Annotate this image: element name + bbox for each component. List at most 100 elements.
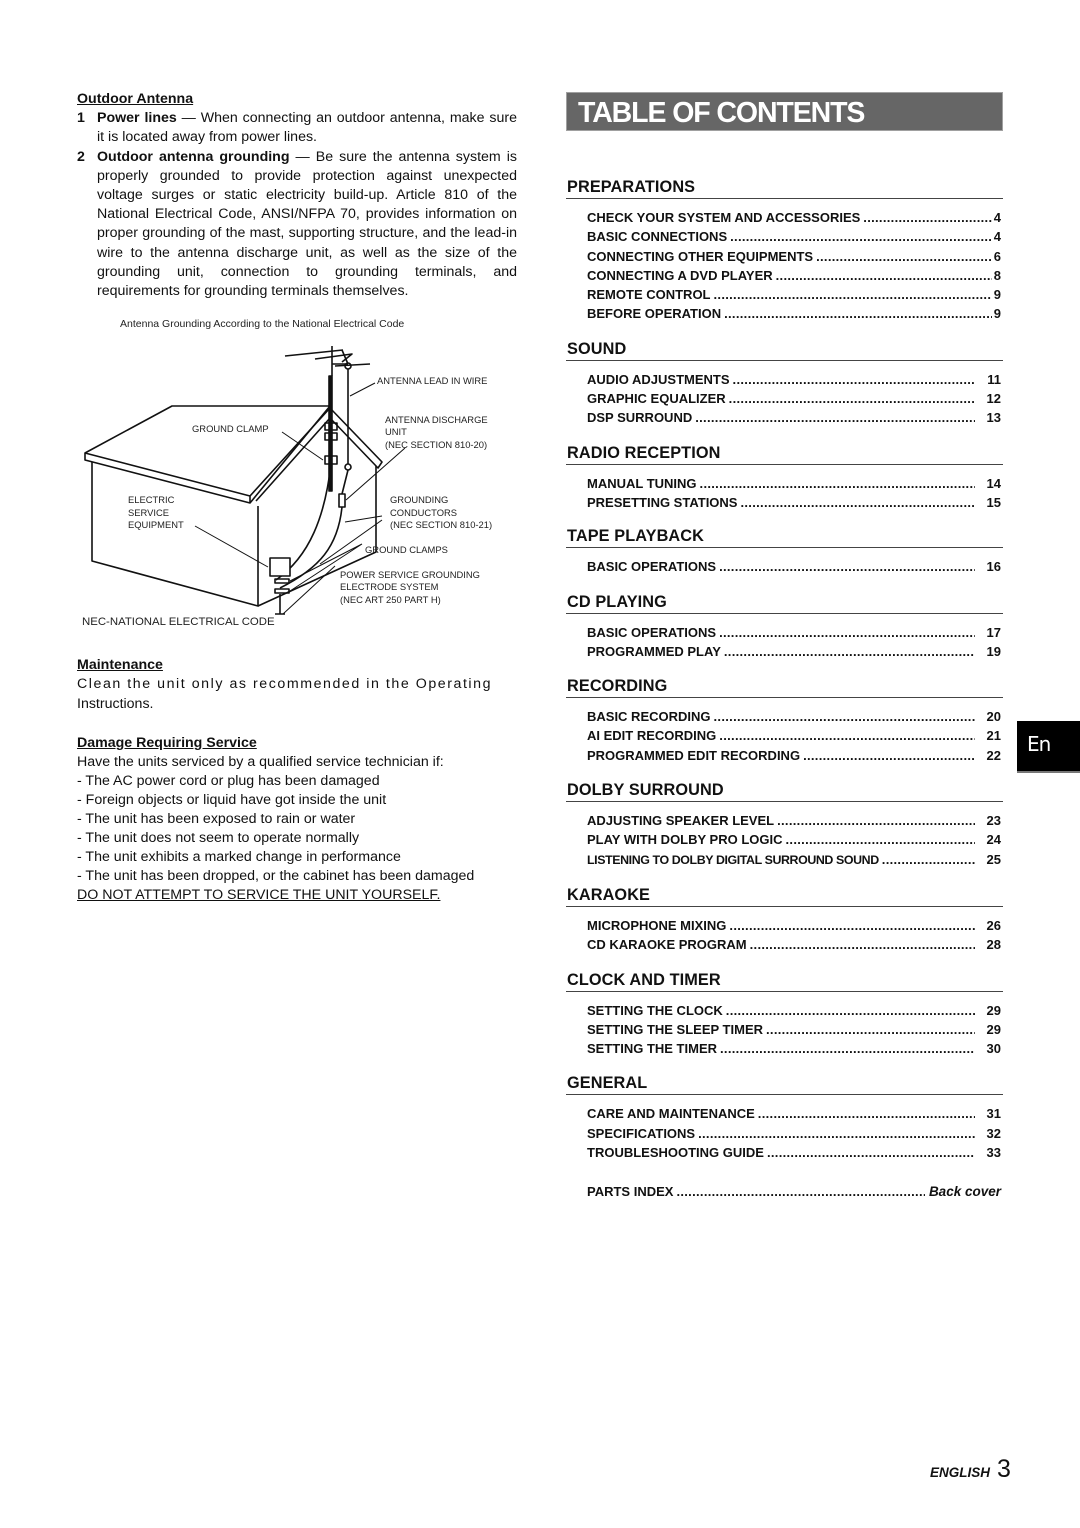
item-text: — Be sure the antenna system is properly… — [97, 148, 517, 300]
toc-entry[interactable]: BASIC CONNECTIONS 4 — [566, 227, 1003, 246]
antenna-element — [284, 349, 344, 357]
figure-caption: Antenna Grounding According to the Natio… — [120, 318, 405, 330]
toc-entry-label: LISTENING TO DOLBY DIGITAL SURROUND SOUN… — [587, 852, 879, 867]
toc-entry-label: BASIC RECORDING — [587, 709, 711, 725]
toc-entry[interactable]: CONNECTING OTHER EQUIPMENTS 6 — [566, 247, 1003, 266]
toc-entry-label: PROGRAMMED EDIT RECORDING — [587, 747, 801, 763]
toc-entry-page: 9 — [993, 306, 1001, 322]
toc-entry-label: CONNECTING OTHER EQUIPMENTS — [587, 248, 814, 264]
toc-entry[interactable]: PROGRAMMED PLAY 19 — [566, 642, 1003, 661]
toc-section: SOUND AUDIO ADJUSTMENTS 11 GRAPHIC EQUALIZE… — [566, 338, 1003, 428]
toc-entry[interactable]: CD KARAOKE PROGRAM 28 — [566, 935, 1003, 954]
toc-entry-page: 13 — [986, 410, 1001, 426]
toc-entry-page: 33 — [986, 1145, 1001, 1161]
toc-entry-label: TROUBLESHOOTING GUIDE — [587, 1145, 764, 1161]
toc-entry[interactable]: SETTING THE TIMER 30 — [566, 1039, 1003, 1058]
toc-entry[interactable]: AI EDIT RECORDING 21 — [566, 726, 1003, 745]
toc-entry[interactable]: TROUBLESHOOTING GUIDE 33 — [566, 1143, 1003, 1162]
toc-entry[interactable]: PLAY WITH DOLBY PRO LOGIC 24 — [566, 830, 1003, 849]
dot-leader — [740, 493, 975, 512]
house-antenna-illustration: ANTENNA LEAD IN WIRE GROUND CLAMP ANTENN… — [84, 346, 492, 615]
dot-leader — [729, 916, 975, 935]
toc-section-heading: DOLBY SURROUND — [566, 779, 1003, 803]
damage-heading: Damage Requiring Service — [77, 735, 257, 751]
toc-entry[interactable]: GRAPHIC EQUALIZER 12 — [566, 389, 1003, 408]
toc-entry-page: 12 — [986, 391, 1001, 407]
toc-entry[interactable]: SETTING THE CLOCK 29 — [566, 1001, 1003, 1020]
list-item: 2 Outdoor antenna grounding — Be sure th… — [77, 148, 517, 302]
toc-entry[interactable]: BEFORE OPERATION 9 — [566, 304, 1003, 323]
label-antenna-lead-in-wire: ANTENNA LEAD IN WIRE — [377, 375, 487, 386]
toc-section-heading: RECORDING — [566, 675, 1003, 699]
toc-entry[interactable]: LISTENING TO DOLBY DIGITAL SURROUND SOUN… — [566, 850, 1003, 870]
toc-entry[interactable]: SPECIFICATIONS 32 — [566, 1124, 1003, 1143]
dot-leader — [776, 266, 992, 285]
toc-entry[interactable]: BASIC RECORDING 20 — [566, 707, 1003, 726]
electric-service-box — [269, 557, 291, 577]
toc-entry-label: MICROPHONE MIXING — [587, 917, 727, 933]
toc-entry-label: CD KARAOKE PROGRAM — [587, 937, 747, 953]
language-tab-underline — [1017, 771, 1080, 773]
toc-entry[interactable]: MICROPHONE MIXING 26 — [566, 916, 1003, 935]
toc-entry[interactable]: CONNECTING A DVD PLAYER 8 — [566, 266, 1003, 285]
toc-section-heading: CLOCK AND TIMER — [566, 969, 1003, 992]
damage-item: - The unit has been exposed to rain or w… — [77, 811, 356, 827]
dot-leader — [863, 208, 991, 227]
dot-leader — [730, 227, 992, 246]
toc-entry[interactable]: CARE AND MAINTENANCE 31 — [566, 1104, 1003, 1123]
toc-entry-label: SETTING THE TIMER — [587, 1041, 717, 1057]
item-number: 1 — [77, 110, 85, 127]
outdoor-antenna-list: 1 Power lines — When connecting an outdo… — [77, 109, 517, 301]
toc-entry-page: 22 — [986, 747, 1001, 763]
toc-entry-page: 16 — [986, 559, 1001, 575]
toc-entry-label: PARTS INDEX — [587, 1184, 674, 1200]
toc-section: RECORDING BASIC RECORDING20AI EDIT RECORD… — [566, 675, 1003, 765]
toc-entry[interactable]: DSP SURROUND 13 — [566, 408, 1003, 427]
toc-entry-label: CONNECTING A DVD PLAYER — [587, 267, 773, 283]
toc-entry[interactable]: CHECK YOUR SYSTEM AND ACCESSORIES 4 — [566, 208, 1003, 227]
nec-footnote: NEC-NATIONAL ELECTRICAL CODE — [82, 616, 275, 628]
toc-section: CD PLAYING BASIC OPERATIONS 17 PROGRAMMED P… — [566, 591, 1003, 662]
toc-entry-page: 29 — [986, 1021, 1001, 1037]
toc-entry[interactable]: PRESETTING STATIONS 15 — [566, 493, 1003, 512]
toc-section-heading: GENERAL — [566, 1072, 1003, 1096]
leader-line — [319, 515, 383, 565]
toc-entry[interactable]: SETTING THE SLEEP TIMER 29 — [566, 1020, 1003, 1039]
toc-entry[interactable]: REMOTE CONTROL 9 — [566, 285, 1003, 304]
maintenance-text: Instructions. — [77, 695, 154, 712]
toc-entry[interactable]: AUDIO ADJUSTMENTS 11 — [566, 370, 1003, 389]
toc-entry[interactable]: BASIC OPERATIONS 17 — [566, 623, 1003, 642]
toc-entry-label: GRAPHIC EQUALIZER — [587, 391, 726, 407]
toc-entry-label: SETTING THE SLEEP TIMER — [587, 1021, 764, 1037]
label-power-service: ELECTRODE SYSTEM — [340, 581, 439, 592]
dot-leader — [729, 389, 975, 408]
toc-entry-label: DSP SURROUND — [587, 410, 693, 426]
damage-intro: Have the units serviced by a qualified s… — [77, 754, 444, 770]
label-electric-service: ELECTRIC — [128, 494, 175, 505]
dot-leader — [714, 285, 992, 304]
toc-entry-label: BASIC CONNECTIONS — [587, 229, 728, 245]
outdoor-antenna-heading: Outdoor Antenna — [77, 91, 194, 107]
ground-clamp-lower — [274, 588, 290, 594]
toc-entry-parts-index[interactable]: PARTS INDEX Back cover — [566, 1182, 1003, 1201]
maintenance-text: Clean the unit only as recommended in th… — [77, 676, 493, 693]
toc-entry-page: 11 — [987, 371, 1001, 387]
dot-leader — [766, 1020, 975, 1039]
dot-leader — [724, 642, 975, 661]
toc-section: KARAOKE MICROPHONE MIXING 26 CD KARAOKE PRO… — [566, 884, 1003, 955]
toc-entry[interactable]: ADJUSTING SPEAKER LEVEL 23 — [566, 811, 1003, 830]
toc-entry[interactable]: MANUAL TUNING 14 — [566, 474, 1003, 493]
toc-section-heading: KARAOKE — [566, 884, 1003, 907]
discharge-unit — [338, 493, 346, 508]
toc-title: TABLE OF CONTENTS — [578, 97, 865, 129]
toc-section-heading: SOUND — [566, 338, 1003, 361]
toc-entry[interactable]: BASIC OPERATIONS 16 — [566, 557, 1003, 576]
service-warning: DO NOT ATTEMPT TO SERVICE THE UNIT YOURS… — [77, 887, 441, 903]
toc-entry[interactable]: PROGRAMMED EDIT RECORDING 22 — [566, 746, 1003, 765]
toc-section-heading: RADIO RECEPTION — [566, 442, 1003, 465]
toc-entry-page: 29 — [986, 1002, 1001, 1018]
dot-leader — [758, 1104, 975, 1123]
